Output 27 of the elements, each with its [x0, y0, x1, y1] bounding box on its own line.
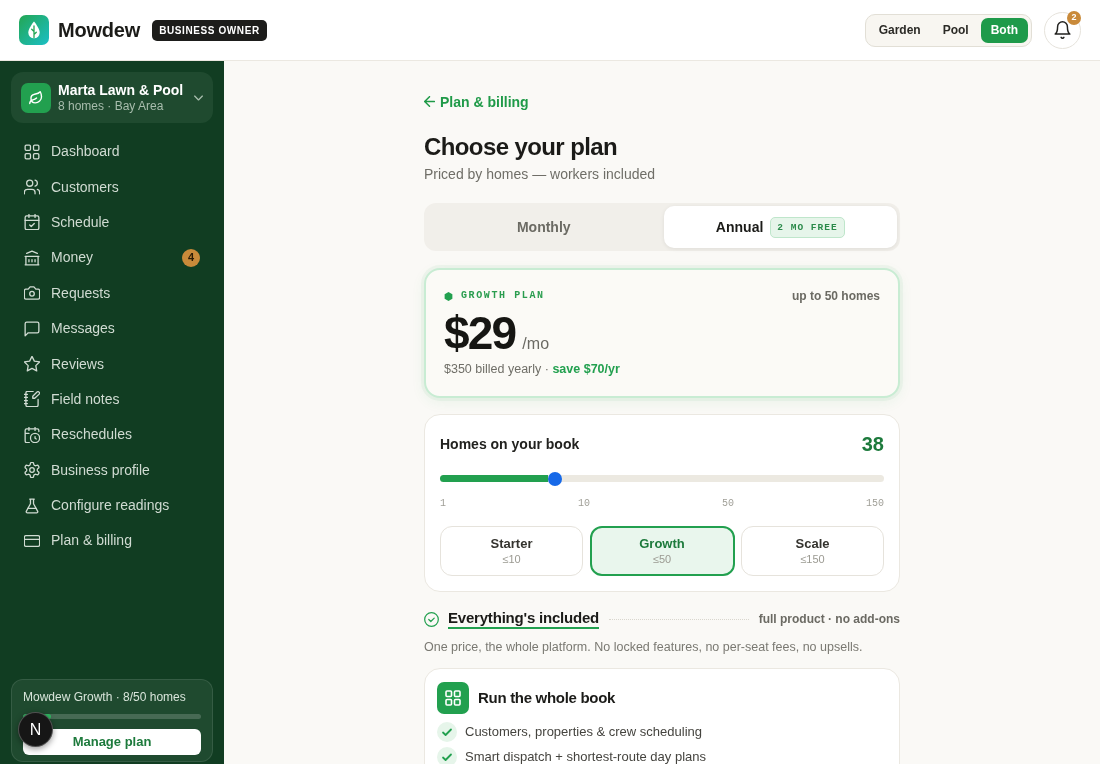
feature-item: Customers, properties & crew scheduling: [465, 724, 702, 739]
plan-limit: up to 50 homes: [792, 288, 880, 304]
page-title: Choose your plan: [424, 132, 619, 162]
section-note: full product · no add-ons: [758, 611, 900, 627]
count-badge: 4: [182, 248, 200, 267]
tick-label: 10: [578, 497, 590, 511]
promo-badge: 2 MO FREE: [770, 216, 845, 238]
tick-label: 1: [440, 497, 446, 511]
price-amount: $29: [444, 310, 516, 356]
role-badge: BUSINESS OWNER: [152, 19, 267, 41]
homes-label: Homes on your book: [440, 435, 580, 454]
homes-count: 38: [861, 432, 884, 456]
feature-item: Smart dispatch + shortest-route day plans: [465, 749, 706, 764]
tick-label: 50: [721, 497, 734, 511]
notification-count: 2: [1067, 10, 1081, 25]
billing-note: $350 billed yearly · save $70/yr: [444, 361, 621, 378]
plan-name: GROWTH PLAN: [461, 289, 545, 303]
section-description: One price, the whole platform. No locked features, no per-seat fees, no upsells.: [424, 639, 864, 656]
business-name: Marta Lawn & Pool: [58, 81, 184, 99]
page-subtitle: Priced by homes — workers included: [424, 165, 657, 184]
brand-name: Mowdew: [58, 18, 141, 42]
feature-title: Run the whole book: [478, 688, 616, 708]
section-title: Everything's included: [448, 609, 600, 629]
business-subtitle: 8 homes · Bay Area: [58, 98, 165, 114]
price-period: /mo: [522, 334, 550, 354]
tick-label: 150: [865, 497, 884, 511]
plan-usage-text: Mowdew Growth · 8/50 homes: [23, 690, 187, 705]
